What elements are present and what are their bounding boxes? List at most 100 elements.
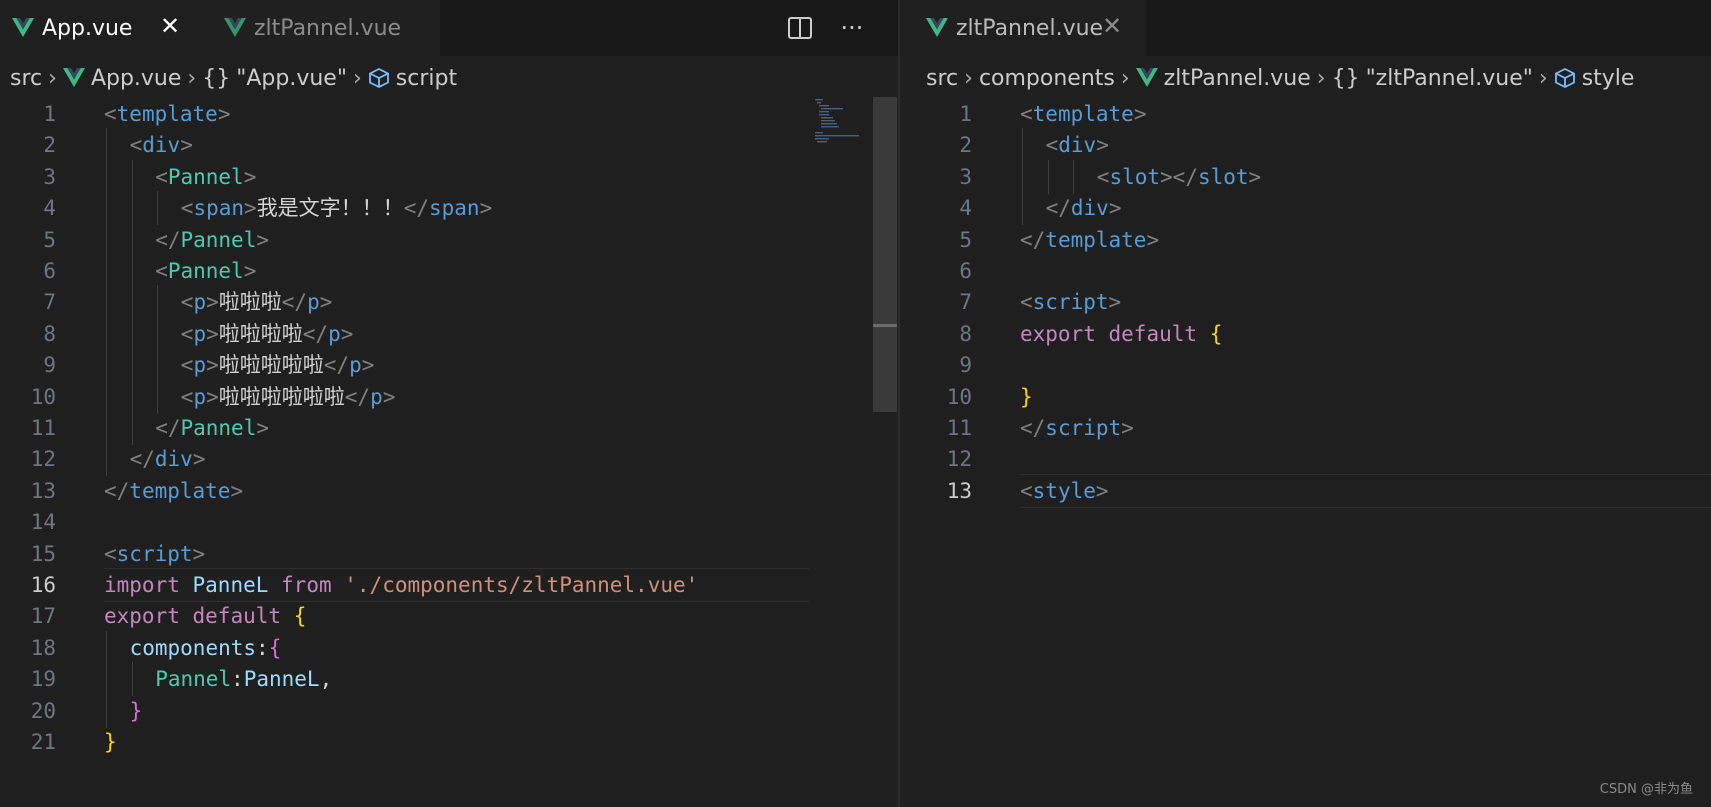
- code-line[interactable]: 12 </div>: [0, 442, 898, 477]
- code-token: >: [243, 164, 257, 189]
- right-editor-group: zltPannel.vue ✕ src › components › zltPa…: [900, 0, 1711, 807]
- code-line[interactable]: 3 <slot></slot>: [900, 159, 1711, 194]
- code-text: <script>: [104, 537, 205, 571]
- code-line[interactable]: 6: [900, 254, 1711, 288]
- close-icon[interactable]: ✕: [1102, 12, 1122, 40]
- line-number: 13: [946, 478, 972, 503]
- breadcrumb: src › components › zltPannel.vue › {} "z…: [926, 60, 1634, 96]
- breadcrumb-file[interactable]: zltPannel.vue: [1135, 66, 1311, 91]
- code-line[interactable]: 12: [900, 442, 1711, 476]
- code-line[interactable]: 3 <Pannel>: [0, 159, 898, 194]
- code-token: >: [1108, 196, 1122, 221]
- vue-icon: [926, 18, 948, 37]
- minimap[interactable]: [815, 97, 873, 147]
- breadcrumb-file-label: App.vue: [90, 65, 182, 91]
- code-token: slot: [1197, 164, 1249, 189]
- code-token: >: [243, 259, 257, 283]
- breadcrumb-object[interactable]: {} "zltPannel.vue": [1332, 66, 1533, 91]
- code-line[interactable]: 4 <span>我是文字！！！</span>: [0, 191, 898, 226]
- breadcrumb-symbol[interactable]: style: [1554, 65, 1635, 91]
- code-line[interactable]: 19 Pannel:PanneL,: [0, 662, 898, 697]
- indent-guide: [106, 693, 107, 728]
- indent-guide: [106, 379, 107, 414]
- code-line[interactable]: 8 <p>啦啦啦啦</p>: [0, 316, 898, 351]
- split-editor-icon[interactable]: [784, 12, 816, 44]
- code-text: Pannel:PanneL,: [155, 662, 332, 696]
- code-token: >: [206, 290, 219, 315]
- breadcrumb-src[interactable]: src: [10, 66, 42, 91]
- code-text: <span>我是文字！！！</span>: [181, 191, 492, 225]
- more-actions-icon[interactable]: ···: [836, 12, 868, 44]
- code-line[interactable]: 10 <p>啦啦啦啦啦啦</p>: [0, 379, 898, 414]
- tab-app-vue[interactable]: App.vue ✕: [0, 0, 196, 56]
- code-line[interactable]: 7 <p>啦啦啦</p>: [0, 285, 898, 320]
- code-token: template: [129, 478, 231, 503]
- code-line[interactable]: 1 <template>: [0, 97, 898, 131]
- code-line[interactable]: 14: [0, 505, 898, 539]
- code-line[interactable]: 10}: [900, 380, 1711, 414]
- indent-guide: [106, 316, 107, 351]
- code-token: >: [361, 353, 375, 378]
- indent-guide: [157, 379, 159, 414]
- code-token: <: [1020, 478, 1033, 503]
- vertical-scrollbar[interactable]: [873, 97, 897, 412]
- code-line[interactable]: 15 <script>: [0, 537, 898, 571]
- code-line[interactable]: 5 </template>: [900, 223, 1711, 257]
- code-line[interactable]: 17 export default {: [0, 599, 898, 633]
- breadcrumb-symbol[interactable]: script: [368, 66, 457, 91]
- cube-icon: [1554, 67, 1575, 89]
- indent-guide: [106, 191, 107, 226]
- code-token: <: [180, 196, 194, 221]
- code-text: <p>啦啦啦啦</p>: [181, 317, 354, 351]
- indent-guide: [106, 128, 107, 163]
- line-number: 10: [30, 384, 56, 409]
- code-line[interactable]: 20}: [0, 693, 898, 728]
- code-token: >: [479, 196, 493, 221]
- line-number: 11: [946, 416, 972, 440]
- code-line[interactable]: 13 <style>: [900, 473, 1711, 508]
- code-editor[interactable]: 1 <template> 2 <div> 3 <Pannel> 4 <span>我是文字！！！…: [0, 97, 898, 807]
- code-line[interactable]: 13 </template>: [0, 474, 898, 508]
- code-line[interactable]: 21}: [0, 725, 898, 759]
- breadcrumb-object[interactable]: {} "App.vue": [202, 66, 347, 91]
- code-line[interactable]: 11 </Pannel>: [0, 411, 898, 445]
- code-line[interactable]: 2 <div>: [0, 128, 898, 163]
- code-editor[interactable]: 1 <template> 2 <div> 3 <slot></slot> 4 </div> 5 <…: [900, 97, 1711, 807]
- code-token: >: [1096, 133, 1109, 158]
- line-number: 2: [959, 133, 972, 158]
- breadcrumb-src[interactable]: src: [926, 66, 958, 91]
- tab-zltpannel-vue[interactable]: zltPannel.vue: [196, 0, 440, 56]
- code-line[interactable]: 18 components:{: [0, 630, 898, 665]
- code-line[interactable]: 1 <template>: [900, 97, 1711, 131]
- code-token: 啦啦啦啦啦啦: [218, 384, 345, 409]
- code-line[interactable]: 8 export default {: [900, 317, 1711, 351]
- code-line[interactable]: 6 <Pannel>: [0, 254, 898, 288]
- breadcrumb-symbol-label: style: [1581, 65, 1635, 91]
- watermark: CSDN @非为鱼: [1599, 782, 1693, 797]
- code-line[interactable]: 16 import PanneL from './components/zltPa…: [0, 568, 898, 602]
- code-line[interactable]: 9 <p>啦啦啦啦啦</p>: [0, 348, 898, 383]
- breadcrumb-file[interactable]: App.vue: [62, 65, 182, 91]
- code-token: >: [1248, 164, 1262, 189]
- code-token: <: [1096, 164, 1110, 189]
- code-token: >: [319, 290, 333, 315]
- close-icon[interactable]: ✕: [160, 12, 180, 40]
- code-text: </template>: [104, 474, 243, 508]
- code-line[interactable]: 2 <div>: [900, 128, 1711, 163]
- code-line[interactable]: 4 </div>: [900, 191, 1711, 226]
- indent-guide: [1022, 128, 1023, 163]
- line-number: 12: [946, 447, 972, 472]
- code-token: <: [104, 102, 117, 126]
- code-token: <: [180, 353, 194, 378]
- breadcrumb-folder[interactable]: components: [979, 66, 1115, 91]
- tab-zltpannel-vue[interactable]: zltPannel.vue ✕: [900, 0, 1146, 56]
- code-line[interactable]: 11 </script>: [900, 411, 1711, 445]
- indent-guide: [157, 316, 159, 351]
- code-line[interactable]: 9: [900, 348, 1711, 382]
- indent-guide: [106, 254, 107, 288]
- code-text: }: [130, 694, 143, 728]
- code-line[interactable]: 7 <script>: [900, 285, 1711, 319]
- code-line[interactable]: 5 </Pannel>: [0, 222, 898, 257]
- line-number: 8: [43, 321, 56, 346]
